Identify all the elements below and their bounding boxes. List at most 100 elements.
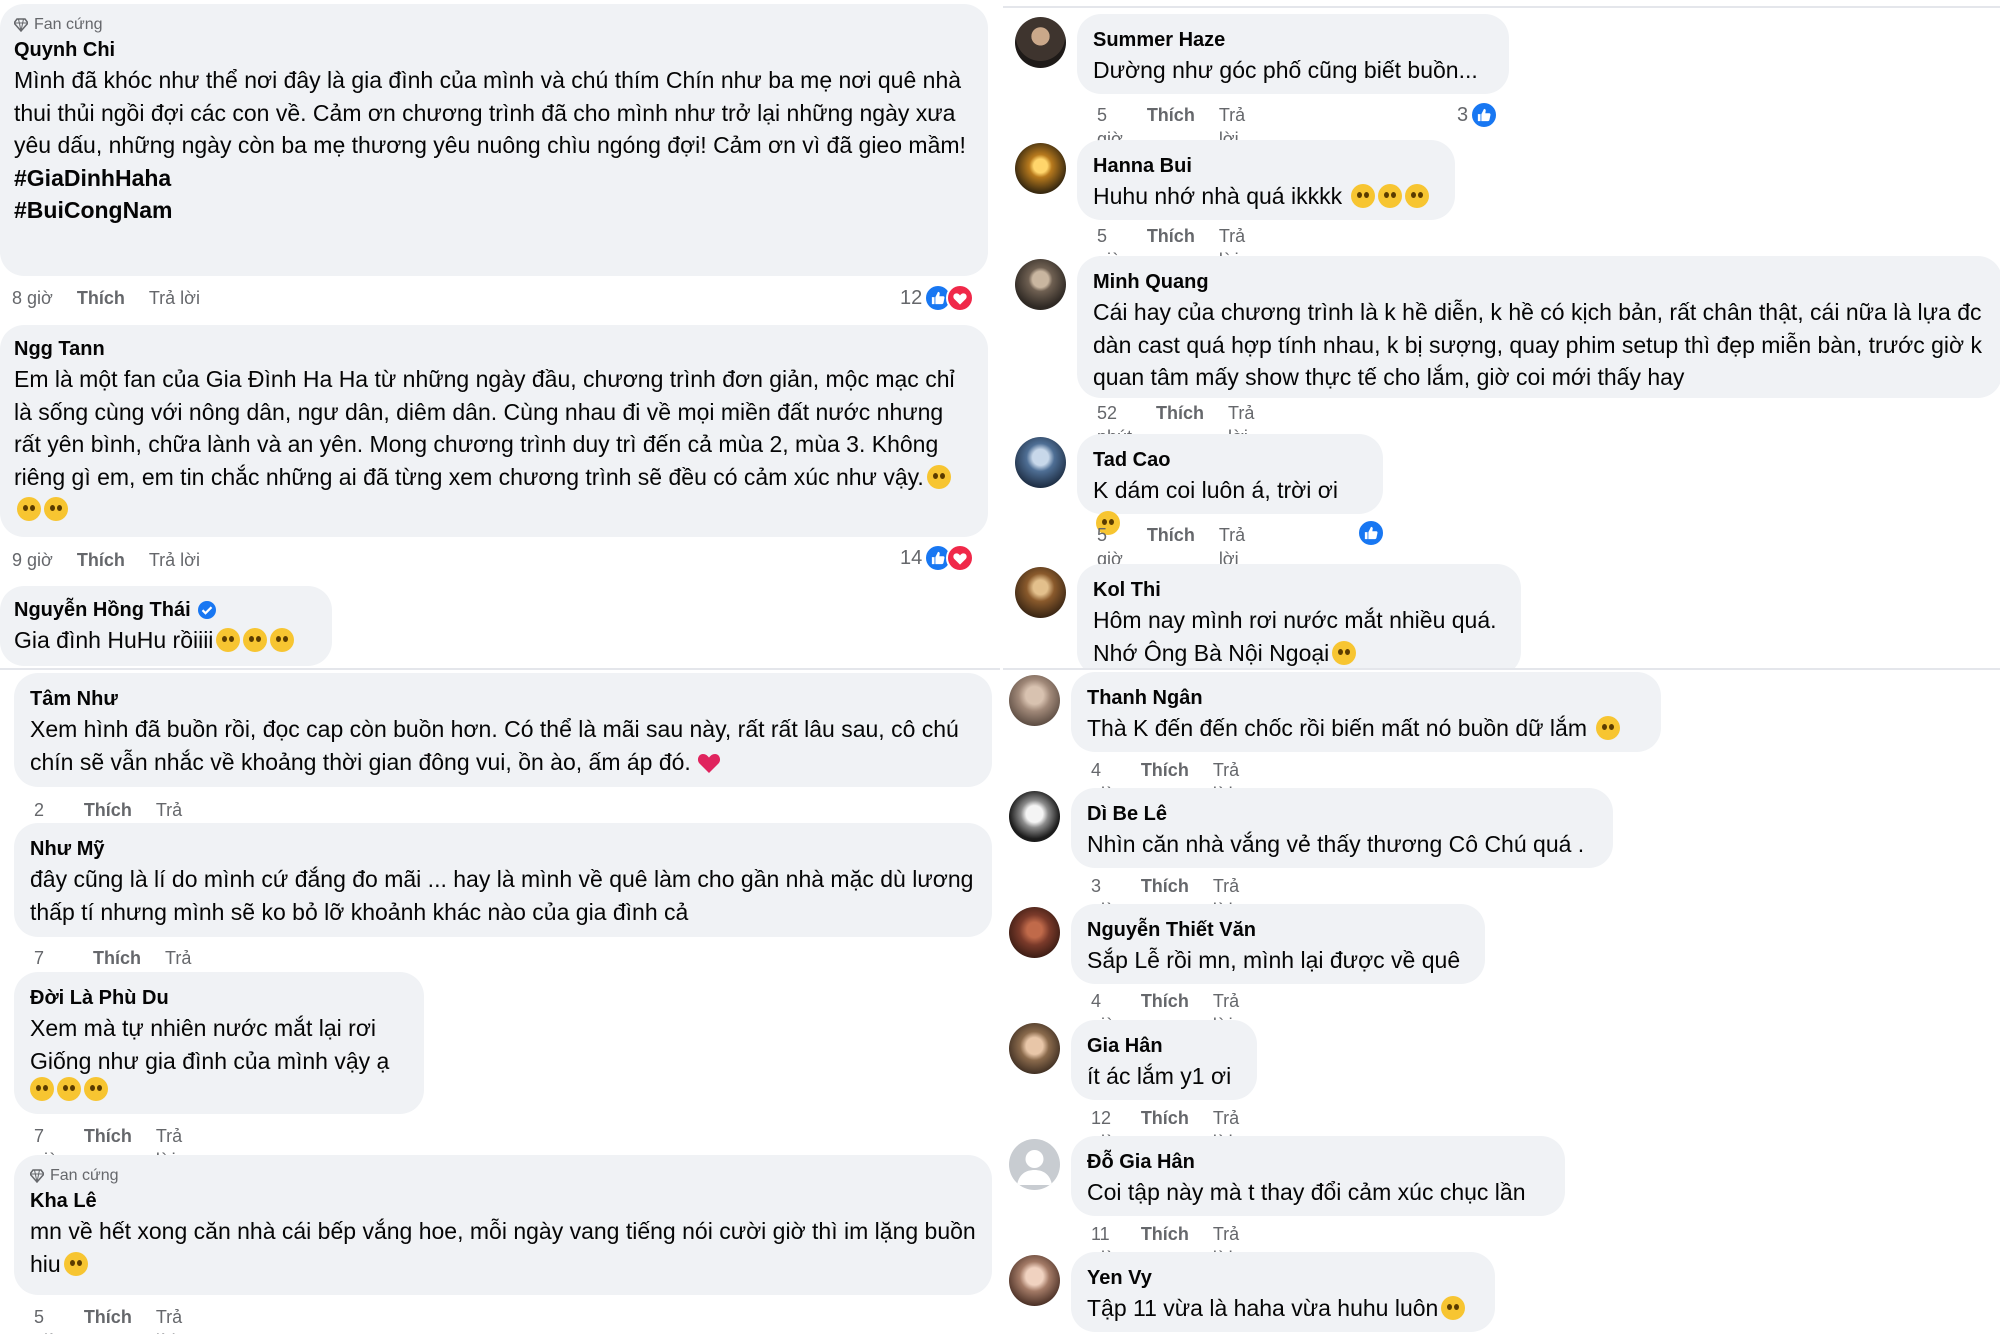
comment-time[interactable]: 8 giờ <box>12 286 53 310</box>
reply-button[interactable]: Trả lời <box>149 548 200 572</box>
comment-time[interactable]: 7 phút <box>34 946 69 992</box>
avatar[interactable] <box>1015 567 1066 618</box>
commenter-name[interactable]: Thanh Ngân <box>1087 684 1645 712</box>
hashtag[interactable]: #BuiCongNam <box>14 194 974 227</box>
like-button[interactable]: Thích <box>84 1305 132 1329</box>
commenter-name[interactable]: Như Mỹ <box>30 835 976 863</box>
like-button[interactable]: Thích <box>1147 224 1195 248</box>
reply-button[interactable]: Trả lời <box>1219 103 1245 149</box>
comment-time[interactable]: 5 giờ <box>1097 103 1123 149</box>
reaction-summary[interactable] <box>1357 518 1385 548</box>
comment-time[interactable]: 4 giờ <box>1091 758 1117 804</box>
commenter-name[interactable]: Nguyễn Thiết Văn <box>1087 916 1469 944</box>
reply-button[interactable]: Trả lời <box>1213 1106 1239 1152</box>
reply-button[interactable]: Trả lời <box>1213 758 1239 804</box>
commenter-name-text[interactable]: Nguyễn Hồng Thái <box>14 596 191 624</box>
comment-time[interactable]: 5 giờ <box>1097 523 1123 569</box>
reply-button[interactable]: Trả lời <box>1213 1222 1239 1268</box>
commenter-name[interactable]: Kha Lê <box>30 1187 976 1215</box>
avatar[interactable] <box>1015 17 1066 68</box>
fan-badge: Fan cứng <box>14 14 974 36</box>
crying-emoji <box>243 628 268 652</box>
commenter-name[interactable]: Kol Thi <box>1093 576 1505 604</box>
avatar[interactable] <box>1009 1255 1060 1306</box>
reply-button[interactable]: Trả lời <box>156 1305 182 1334</box>
reaction-summary[interactable]: 12 <box>900 283 975 313</box>
like-button[interactable]: Thích <box>1156 401 1204 425</box>
commenter-name[interactable]: Gia Hân <box>1087 1032 1241 1060</box>
like-button[interactable]: Thích <box>1141 874 1189 898</box>
reply-button[interactable]: Trả lời <box>1213 874 1239 920</box>
reply-button[interactable]: Trả lời <box>149 286 200 310</box>
commenter-name[interactable]: Yen Vy <box>1087 1264 1479 1292</box>
like-button[interactable]: Thích <box>1147 523 1195 547</box>
comment-time[interactable]: 7 giờ <box>34 1124 60 1170</box>
commenter-name[interactable]: Đời Là Phù Du <box>30 984 408 1012</box>
commenter-name[interactable]: Hanna Bui <box>1093 152 1439 180</box>
reaction-summary[interactable]: 3 <box>1457 100 1499 130</box>
avatar[interactable] <box>1009 1139 1060 1190</box>
avatar[interactable] <box>1009 791 1060 842</box>
commenter-name[interactable]: Ngg Tann <box>14 335 974 363</box>
reply-button[interactable]: Trả lời <box>1219 224 1245 270</box>
like-button[interactable]: Thích <box>77 548 125 572</box>
comment-actions: 7 giờ Thích Trả lời <box>34 1124 182 1170</box>
comment-text: Thà K đến đến chốc rồi biến mất nó buồn … <box>1087 712 1645 745</box>
commenter-name[interactable]: Tad Cao <box>1093 446 1367 474</box>
heart-emoji <box>697 753 720 773</box>
comment-text: mn về hết xong căn nhà cái bếp vắng hoe,… <box>30 1218 976 1277</box>
reply-button[interactable]: Trả lời <box>156 1124 182 1170</box>
avatar[interactable] <box>1009 1023 1060 1074</box>
comment-time[interactable]: 4 giờ <box>1091 989 1117 1035</box>
comment-time[interactable]: 5 giờ <box>1097 224 1123 270</box>
commenter-name[interactable]: Nguyễn Hồng Thái <box>14 596 318 624</box>
comment-time[interactable]: 3 giờ <box>1091 874 1117 920</box>
comment-text: Xem hình đã buồn rồi, đọc cap còn buồn h… <box>30 716 959 775</box>
crying-emoji <box>216 628 241 652</box>
hashtag[interactable]: #GiaDinhHaha <box>14 162 974 195</box>
like-button[interactable]: Thích <box>1141 1106 1189 1130</box>
like-button[interactable]: Thích <box>1141 989 1189 1013</box>
comment-text: Dường như góc phố cũng biết buồn... <box>1093 57 1478 83</box>
reaction-count: 12 <box>900 286 923 309</box>
like-button[interactable]: Thích <box>93 946 141 970</box>
avatar[interactable] <box>1015 437 1066 488</box>
commenter-name[interactable]: Dì Be Lê <box>1087 800 1597 828</box>
comment-time[interactable]: 5 giờ <box>34 1305 60 1334</box>
comment-bubble: Tâm Như Xem hình đã buồn rồi, đọc cap cò… <box>14 673 992 787</box>
reply-button[interactable]: Trả lời <box>156 798 182 844</box>
like-button[interactable]: Thích <box>1141 758 1189 782</box>
comment-bubble: Kol Thi Hôm nay mình rơi nước mắt nhiều … <box>1077 564 1521 668</box>
like-button[interactable]: Thích <box>84 1124 132 1148</box>
like-button[interactable]: Thích <box>77 286 125 310</box>
crying-emoji <box>270 628 295 652</box>
avatar[interactable] <box>1009 675 1060 726</box>
commenter-name[interactable]: Đỗ Gia Hân <box>1087 1148 1549 1176</box>
like-button[interactable]: Thích <box>1147 103 1195 127</box>
commenter-name[interactable]: Tâm Như <box>30 685 976 713</box>
reaction-summary[interactable]: 14 <box>900 543 975 573</box>
comment-actions: 11 giờ Thích Trả lời <box>1091 1222 1239 1268</box>
comment-time[interactable]: 52 phút <box>1097 401 1132 447</box>
reply-button[interactable]: Trả lời <box>1228 401 1254 447</box>
reply-button[interactable]: Trả lời <box>1219 523 1245 569</box>
avatar[interactable] <box>1009 907 1060 958</box>
comment-time[interactable]: 2 giờ <box>34 798 60 844</box>
reply-button[interactable]: Trả lời <box>1213 989 1239 1035</box>
reply-button[interactable]: Trả lời <box>165 946 191 992</box>
commenter-name[interactable]: Summer Haze <box>1093 26 1493 54</box>
commenter-name[interactable]: Minh Quang <box>1093 268 1986 296</box>
sad-emoji <box>1332 640 1357 665</box>
comment-time[interactable]: 12 giờ <box>1091 1106 1117 1152</box>
like-button[interactable]: Thích <box>1141 1222 1189 1246</box>
panel-right-top: Summer Haze Dường như góc phố cũng biết … <box>1003 0 2000 668</box>
comment-actions: 52 phút Thích Trả lời <box>1097 401 1254 447</box>
sad-emoji <box>1596 716 1621 740</box>
avatar[interactable] <box>1015 259 1066 310</box>
comment-time[interactable]: 11 giờ <box>1091 1222 1117 1268</box>
avatar[interactable] <box>1015 143 1066 194</box>
like-button[interactable]: Thích <box>84 798 132 822</box>
commenter-name[interactable]: Quynh Chi <box>14 36 974 64</box>
comment-time[interactable]: 9 giờ <box>12 548 53 572</box>
comment-bubble: Fan cứng Kha Lê mn về hết xong căn nhà c… <box>14 1155 992 1295</box>
